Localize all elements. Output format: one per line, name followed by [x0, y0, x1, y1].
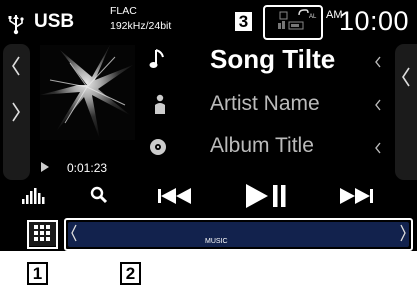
album-title: Album Title [210, 134, 314, 157]
menu-highlight [27, 220, 58, 249]
album-artwork [40, 45, 135, 140]
clock-time: 10:00 [339, 6, 410, 36]
bar-highlight [64, 218, 413, 251]
bitrate-label: 192kHz/24bit [110, 20, 172, 32]
callout-2: 2 [120, 262, 141, 285]
music-note-icon [146, 47, 170, 77]
status-indicator-area[interactable] [263, 5, 323, 40]
chevron-left-icon[interactable] [374, 55, 382, 73]
play-pause-icon[interactable] [246, 184, 288, 213]
equalizer-icon[interactable] [22, 185, 46, 210]
chevron-left-icon[interactable] [374, 141, 382, 159]
source-label: USB [34, 11, 75, 32]
audio-screen: USB FLAC 192kHz/24bit AL AM 10:00 Song T… [0, 0, 417, 251]
right-side-panel [395, 44, 417, 180]
phone-status-icon [278, 11, 304, 30]
search-icon[interactable] [90, 186, 108, 209]
chevron-left-icon[interactable] [9, 55, 23, 83]
play-small-icon [41, 159, 49, 177]
chevron-left-icon[interactable] [400, 66, 412, 94]
codec-label: FLAC [110, 5, 137, 17]
elapsed-time: 0:01:23 [67, 161, 108, 175]
artist-icon [148, 93, 172, 121]
previous-track-icon[interactable] [158, 188, 192, 209]
callout-3: 3 [233, 10, 254, 33]
album-icon [146, 137, 170, 163]
chevron-right-icon[interactable] [9, 101, 23, 129]
callout-1: 1 [27, 262, 48, 285]
chevron-left-icon[interactable] [374, 98, 382, 116]
song-title: Song Tilte [210, 44, 336, 74]
usb-icon [8, 15, 24, 35]
next-track-icon[interactable] [339, 188, 373, 209]
format-info: FLAC 192kHz/24bit [110, 4, 171, 34]
artist-name: Artist Name [210, 92, 320, 115]
